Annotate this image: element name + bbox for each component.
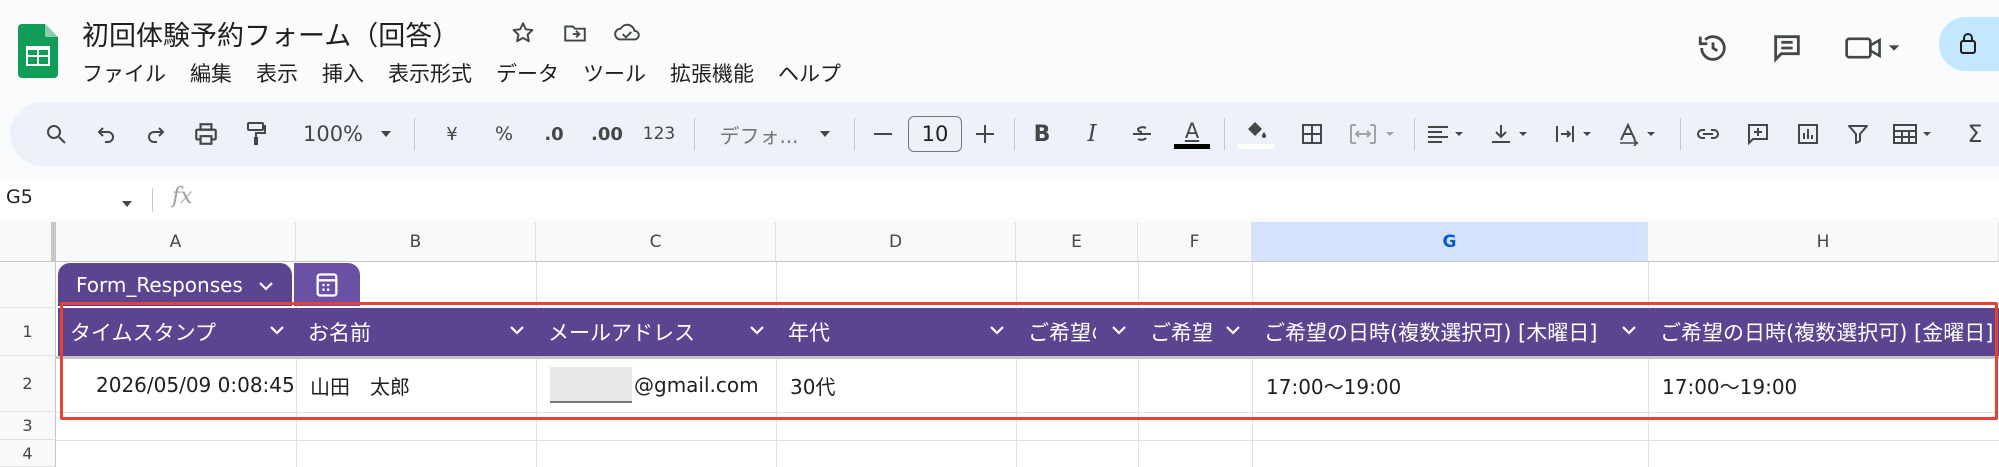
row-header-blank	[0, 262, 56, 308]
menu-help[interactable]: ヘルプ	[778, 58, 841, 88]
menu-edit[interactable]: 編集	[190, 58, 232, 88]
text-wrapping-icon[interactable]	[1550, 102, 1606, 166]
formula-bar: G5 fx	[0, 180, 1999, 218]
column-header-c[interactable]: C	[536, 222, 776, 262]
menu-data[interactable]: データ	[496, 58, 559, 88]
fill-color-button[interactable]	[1236, 102, 1276, 166]
name-box[interactable]: G5	[6, 186, 33, 208]
column-header-h[interactable]: H	[1648, 222, 1999, 262]
functions-button[interactable]: Σ	[1960, 102, 1990, 166]
chevron-down-icon[interactable]	[120, 194, 134, 213]
menu-tools[interactable]: ツール	[583, 58, 646, 88]
print-icon[interactable]	[188, 102, 224, 166]
filter-icon[interactable]	[1840, 102, 1876, 166]
increase-decimal-button[interactable]: .00	[584, 102, 630, 166]
row-header-2[interactable]: 2	[0, 356, 56, 412]
search-icon[interactable]	[38, 102, 74, 166]
menu-extensions[interactable]: 拡張機能	[670, 58, 754, 88]
redo-icon[interactable]	[138, 102, 174, 166]
fx-icon: fx	[172, 184, 193, 209]
move-folder-icon[interactable]	[560, 18, 590, 48]
table-options-button[interactable]	[294, 263, 360, 306]
formula-divider	[152, 188, 153, 212]
toolbar-divider	[1014, 118, 1015, 150]
insert-comment-icon[interactable]	[1740, 102, 1776, 166]
highlight-box	[60, 302, 1998, 420]
row-header-4[interactable]: 4	[0, 440, 56, 467]
decrease-decimal-label: .0	[544, 123, 564, 145]
decrease-decimal-button[interactable]: .0	[534, 102, 574, 166]
paint-format-icon[interactable]	[238, 102, 274, 166]
insert-chart-icon[interactable]	[1790, 102, 1826, 166]
column-header-d[interactable]: D	[776, 222, 1016, 262]
header-right-actions	[1693, 17, 1999, 71]
currency-format-button[interactable]: ¥	[434, 102, 470, 166]
title-bar: 初回体験予約フォーム（回答） ファイル 編集 表示 挿入 表示形式 データ ツー…	[0, 0, 1999, 102]
toolbar: 100% ¥ % .0 .00 123 デフォ... 10 B I A Σ	[10, 102, 1999, 166]
text-color-swatch	[1174, 143, 1210, 149]
vertical-align-icon[interactable]	[1486, 102, 1542, 166]
bold-button[interactable]: B	[1024, 102, 1060, 166]
document-title[interactable]: 初回体験予約フォーム（回答）	[82, 14, 459, 53]
column-header-e[interactable]: E	[1016, 222, 1138, 262]
column-header-g[interactable]: G	[1252, 222, 1648, 262]
share-button[interactable]	[1939, 17, 1999, 71]
font-size-input[interactable]: 10	[908, 116, 962, 152]
chevron-down-icon[interactable]	[814, 102, 836, 166]
fill-color-swatch	[1238, 143, 1274, 149]
cloud-saved-icon[interactable]	[612, 18, 642, 48]
toolbar-divider	[1224, 118, 1225, 150]
percent-format-button[interactable]: %	[486, 102, 522, 166]
italic-button[interactable]: I	[1074, 102, 1110, 166]
number-format-button[interactable]: 123	[638, 102, 680, 166]
toolbar-divider	[1414, 118, 1415, 150]
toolbar-divider	[694, 118, 695, 150]
table-view-icon[interactable]	[1888, 102, 1944, 166]
grid-line	[56, 440, 1999, 441]
horizontal-align-icon[interactable]	[1422, 102, 1478, 166]
strikethrough-icon[interactable]	[1124, 102, 1160, 166]
sheets-logo-icon[interactable]	[18, 24, 58, 78]
title-actions	[508, 18, 642, 48]
borders-icon[interactable]	[1294, 102, 1330, 166]
column-header-b[interactable]: B	[296, 222, 536, 262]
text-color-label: A	[1184, 118, 1200, 143]
chevron-down-icon[interactable]	[257, 273, 275, 297]
meet-video-icon[interactable]	[1841, 28, 1905, 68]
merge-cells-icon[interactable]	[1344, 102, 1404, 166]
menu-format[interactable]: 表示形式	[388, 58, 472, 88]
table-name-tab[interactable]: Form_Responses	[58, 263, 292, 306]
chevron-down-icon[interactable]	[376, 102, 396, 166]
select-all-corner[interactable]	[0, 222, 56, 262]
toolbar-divider	[854, 118, 855, 150]
menu-bar: ファイル 編集 表示 挿入 表示形式 データ ツール 拡張機能 ヘルプ	[82, 58, 841, 88]
table-calculator-icon	[316, 272, 338, 297]
font-family-select[interactable]: デフォ...	[704, 102, 814, 166]
decrease-font-size-icon[interactable]	[866, 102, 900, 166]
insert-link-icon[interactable]	[1690, 102, 1726, 166]
text-rotation-icon[interactable]	[1614, 102, 1670, 166]
zoom-value: 100%	[302, 122, 364, 146]
toolbar-divider	[414, 118, 415, 150]
menu-insert[interactable]: 挿入	[322, 58, 364, 88]
star-icon[interactable]	[508, 18, 538, 48]
increase-decimal-label: .00	[591, 123, 623, 145]
paint-bucket-icon	[1248, 121, 1266, 138]
zoom-select[interactable]: 100%	[292, 102, 374, 166]
toolbar-divider	[1680, 118, 1681, 150]
column-header-a[interactable]: A	[56, 222, 296, 262]
column-header-f[interactable]: F	[1138, 222, 1252, 262]
comments-icon[interactable]	[1767, 28, 1807, 68]
row-header-3[interactable]: 3	[0, 412, 56, 440]
text-color-button[interactable]: A	[1172, 102, 1212, 166]
menu-view[interactable]: 表示	[256, 58, 298, 88]
menu-file[interactable]: ファイル	[82, 58, 166, 88]
row-header-1[interactable]: 1	[0, 308, 56, 356]
table-name: Form_Responses	[76, 272, 243, 297]
increase-font-size-icon[interactable]	[968, 102, 1002, 166]
history-icon[interactable]	[1693, 28, 1733, 68]
undo-icon[interactable]	[88, 102, 124, 166]
